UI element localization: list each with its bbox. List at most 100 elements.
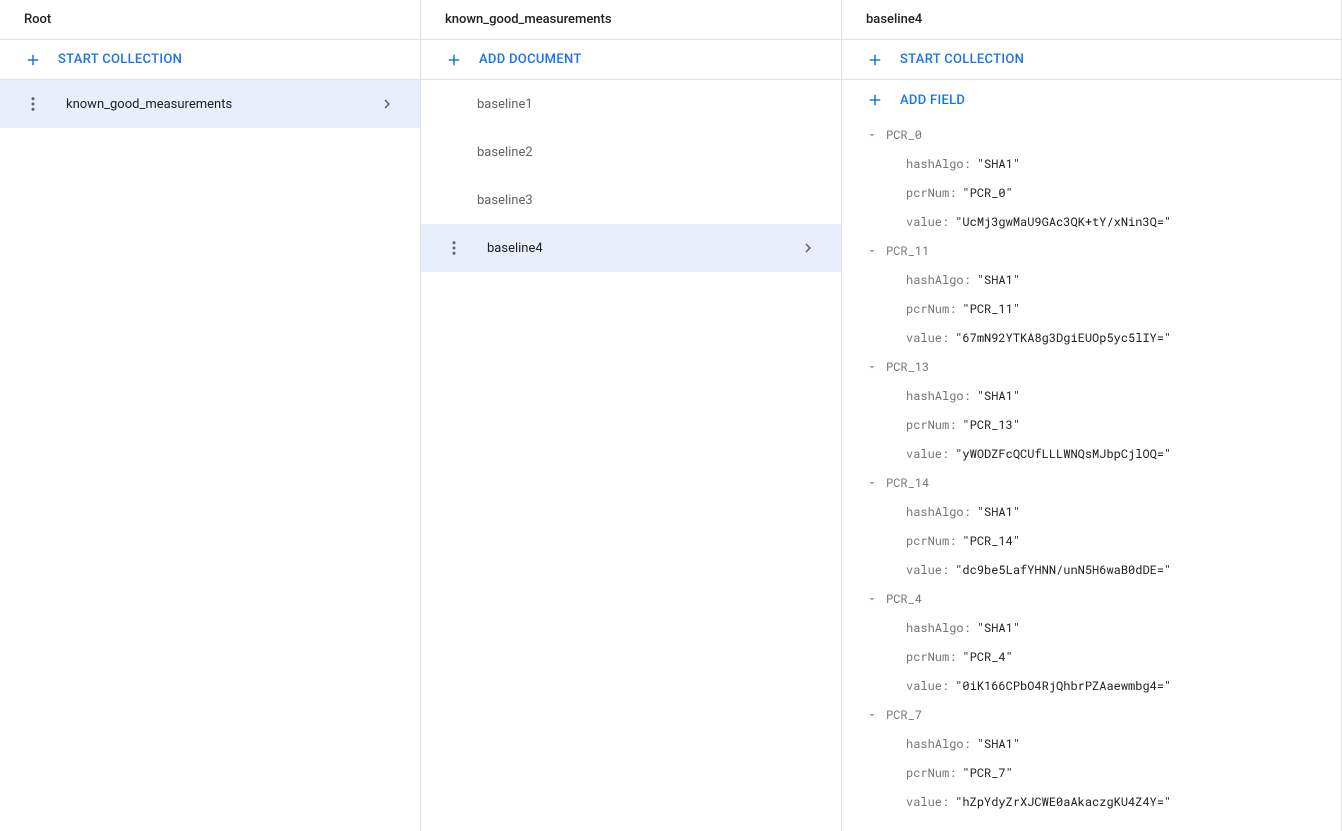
field-value: "SHA1"	[977, 388, 1020, 404]
field-row[interactable]: pcrNum:"PCR_14"	[842, 526, 1341, 555]
collapse-triangle-icon	[866, 593, 878, 605]
field-value: "hZpYdyZrXJCWE0aAkaczgKU4Z4Y="	[955, 794, 1171, 810]
field-row[interactable]: pcrNum:"PCR_4"	[842, 642, 1341, 671]
field-row[interactable]: hashAlgo: "SHA1"	[842, 497, 1341, 526]
field-value: "PCR_11"	[962, 301, 1020, 317]
field-row[interactable]: value:"hZpYdyZrXJCWE0aAkaczgKU4Z4Y="	[842, 787, 1341, 816]
field-row[interactable]: value:"UcMj3gwMaU9GAc3QK+tY/xNin3Q="	[842, 207, 1341, 236]
add-field-button[interactable]: ADD FIELD	[842, 80, 1341, 120]
document-item[interactable]: baseline2	[421, 128, 841, 176]
field-colon: :	[964, 272, 971, 288]
field-colon: :	[942, 330, 949, 346]
field-value: "SHA1"	[977, 504, 1020, 520]
plus-icon	[866, 91, 884, 109]
field-row[interactable]: pcrNum:"PCR_13"	[842, 410, 1341, 439]
field-group-header[interactable]: PCR_7	[842, 700, 1341, 729]
field-group: PCR_0hashAlgo:"SHA1"pcrNum:"PCR_0"value:…	[842, 120, 1341, 236]
field-colon: :	[949, 765, 956, 781]
document-item-label: baseline4	[487, 241, 543, 256]
root-column: Root START COLLECTION known_good_measure…	[0, 0, 421, 831]
field-value: "dc9be5LafYHNN/unN5H6waB0dDE="	[955, 562, 1171, 578]
field-key: value	[906, 214, 942, 230]
field-key: value	[906, 794, 942, 810]
plus-icon	[866, 51, 884, 69]
start-collection-button[interactable]: START COLLECTION	[0, 40, 420, 80]
field-group-name: PCR_7	[886, 707, 922, 723]
field-key: hashAlgo	[906, 272, 964, 288]
field-group: PCR_14hashAlgo:"SHA1"pcrNum:"PCR_14"valu…	[842, 468, 1341, 584]
field-value: "PCR_4"	[962, 649, 1012, 665]
field-colon: :	[964, 156, 971, 172]
collection-item[interactable]: known_good_measurements	[0, 80, 420, 128]
field-group-header[interactable]: PCR_11	[842, 236, 1341, 265]
document-item[interactable]: baseline4	[421, 224, 841, 272]
field-value: "UcMj3gwMaU9GAc3QK+tY/xNin3Q="	[955, 214, 1171, 230]
field-key: value	[906, 562, 942, 578]
document-column-header: baseline4	[842, 0, 1341, 40]
field-row[interactable]: hashAlgo:"SHA1"	[842, 613, 1341, 642]
field-row[interactable]: value:"yWODZFcQCUfLLLWNQsMJbpCjlOQ="	[842, 439, 1341, 468]
field-key: hashAlgo	[906, 388, 964, 404]
field-row[interactable]: hashAlgo: "SHA1"	[842, 729, 1341, 758]
field-row[interactable]: pcrNum:"PCR_11"	[842, 294, 1341, 323]
field-group-header[interactable]: PCR_14	[842, 468, 1341, 497]
add-field-label: ADD FIELD	[900, 93, 965, 108]
collection-title: known_good_measurements	[445, 12, 612, 27]
field-row[interactable]: hashAlgo: "SHA1"	[842, 381, 1341, 410]
field-row[interactable]: pcrNum:"PCR_0"	[842, 178, 1341, 207]
field-group-name: PCR_11	[886, 243, 929, 259]
start-collection-button-doc[interactable]: START COLLECTION	[842, 40, 1341, 80]
field-colon: :	[964, 504, 971, 520]
field-row[interactable]: pcrNum:"PCR_7"	[842, 758, 1341, 787]
plus-icon	[24, 51, 42, 69]
field-colon: :	[949, 185, 956, 201]
collection-column: known_good_measurements ADD DOCUMENT bas…	[421, 0, 842, 831]
collapse-triangle-icon	[866, 477, 878, 489]
field-colon: :	[964, 736, 971, 752]
more-vert-icon[interactable]	[445, 239, 463, 257]
field-key: pcrNum	[906, 185, 949, 201]
field-colon: :	[949, 417, 956, 433]
field-key: value	[906, 446, 942, 462]
field-group-name: PCR_4	[886, 591, 922, 607]
field-value: "SHA1"	[977, 736, 1020, 752]
field-colon: :	[949, 301, 956, 317]
field-colon: :	[964, 620, 971, 636]
field-group: PCR_4hashAlgo:"SHA1"pcrNum:"PCR_4"value:…	[842, 584, 1341, 700]
field-colon: :	[942, 562, 949, 578]
chevron-right-icon	[799, 239, 817, 257]
document-title: baseline4	[866, 12, 922, 27]
field-row[interactable]: value: "dc9be5LafYHNN/unN5H6waB0dDE="	[842, 555, 1341, 584]
field-group: PCR_7hashAlgo:"SHA1"pcrNum:"PCR_7"value:…	[842, 700, 1341, 816]
field-colon: :	[964, 388, 971, 404]
field-value: "0iK166CPbO4RjQhbrPZAaewmbg4="	[955, 678, 1171, 694]
collection-column-header: known_good_measurements	[421, 0, 841, 40]
more-vert-icon[interactable]	[24, 95, 42, 113]
field-group: PCR_13hashAlgo:"SHA1"pcrNum:"PCR_13"valu…	[842, 352, 1341, 468]
field-key: hashAlgo	[906, 156, 964, 172]
field-group-header[interactable]: PCR_4	[842, 584, 1341, 613]
add-document-button[interactable]: ADD DOCUMENT	[421, 40, 841, 80]
field-value: "PCR_14"	[962, 533, 1020, 549]
root-column-header: Root	[0, 0, 420, 40]
field-row[interactable]: value:"67mN92YTKA8g3DgiEUOp5yc5lIY="	[842, 323, 1341, 352]
field-group: PCR_11hashAlgo:"SHA1"pcrNum:"PCR_11"valu…	[842, 236, 1341, 352]
field-row[interactable]: hashAlgo:"SHA1"	[842, 149, 1341, 178]
chevron-right-icon	[378, 95, 396, 113]
plus-icon	[445, 51, 463, 69]
field-row[interactable]: value:"0iK166CPbO4RjQhbrPZAaewmbg4="	[842, 671, 1341, 700]
start-collection-doc-label: START COLLECTION	[900, 52, 1024, 67]
collapse-triangle-icon	[866, 245, 878, 257]
document-column: baseline4 START COLLECTION ADD FIELD PCR…	[842, 0, 1342, 831]
field-row[interactable]: hashAlgo:"SHA1"	[842, 265, 1341, 294]
field-value: "SHA1"	[977, 620, 1020, 636]
fields-area[interactable]: PCR_0hashAlgo:"SHA1"pcrNum:"PCR_0"value:…	[842, 120, 1341, 831]
field-group-name: PCR_13	[886, 359, 929, 375]
document-item[interactable]: baseline1	[421, 80, 841, 128]
field-group-header[interactable]: PCR_0	[842, 120, 1341, 149]
field-key: hashAlgo	[906, 504, 964, 520]
field-value: "yWODZFcQCUfLLLWNQsMJbpCjlOQ="	[955, 446, 1171, 462]
document-item[interactable]: baseline3	[421, 176, 841, 224]
field-group-header[interactable]: PCR_13	[842, 352, 1341, 381]
field-key: hashAlgo	[906, 736, 964, 752]
